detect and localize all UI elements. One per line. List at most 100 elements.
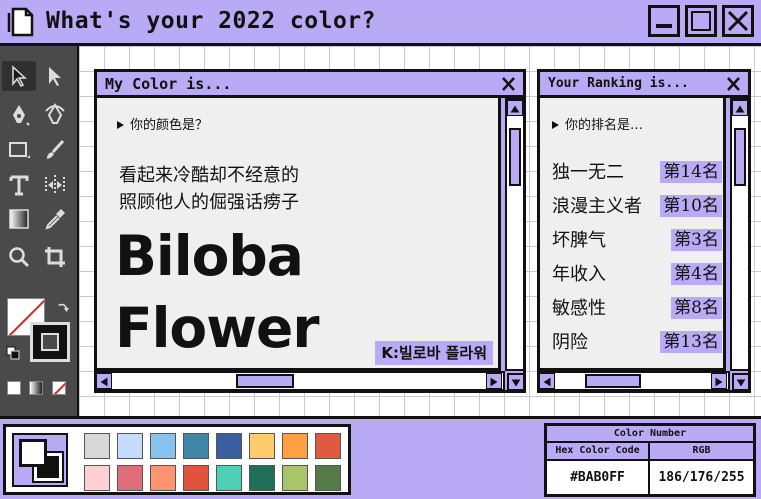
- color-swatch[interactable]: [216, 433, 242, 459]
- ranking-label: 阴险: [552, 332, 588, 353]
- color-swatch[interactable]: [282, 433, 308, 459]
- curvature-tool[interactable]: [38, 100, 72, 130]
- color-mode-button[interactable]: [7, 381, 21, 395]
- swatch-palette: [3, 424, 351, 495]
- play-icon: [552, 121, 559, 129]
- close-icon[interactable]: [724, 73, 744, 95]
- color-swatch[interactable]: [183, 433, 209, 459]
- pen-tool[interactable]: [2, 100, 36, 130]
- ranking-panel: 你的排名是… 独一无二 第14名 浪漫主义者 第10名 坏脾气 第3名 年收入 …: [537, 95, 726, 371]
- hex-value: #BAB0FF: [547, 461, 650, 494]
- triangle-up-icon: [735, 105, 745, 113]
- triangle-left-icon: [100, 377, 108, 387]
- rgb-label: RGB: [650, 443, 753, 461]
- bottom-bar: Color Number Hex Color Code RGB #BAB0FF …: [0, 416, 761, 499]
- scroll-down-button[interactable]: [507, 373, 525, 391]
- scroll-left-button[interactable]: [539, 373, 555, 389]
- scroll-thumb[interactable]: [734, 128, 746, 186]
- my-color-window: My Color is... 你的颜色是？ 看起来冷酷却不经意的 照顾他人的倔强…: [94, 69, 526, 393]
- ranking-horizontal-scrollbar[interactable]: [537, 371, 730, 391]
- triangle-right-icon: [490, 377, 498, 387]
- my-color-horizontal-scrollbar[interactable]: [94, 371, 505, 391]
- ranking-title: Your Ranking is...: [548, 76, 689, 91]
- direct-selection-tool[interactable]: [38, 61, 72, 91]
- color-swatch[interactable]: [150, 433, 176, 459]
- color-swatch[interactable]: [84, 465, 110, 491]
- rgb-value: 186/176/255: [658, 470, 745, 485]
- color-swatch[interactable]: [282, 465, 308, 491]
- maximize-button[interactable]: [685, 5, 717, 37]
- color-swatch[interactable]: [117, 465, 143, 491]
- eyedropper-icon: [45, 209, 65, 230]
- color-number-header: Color Number: [547, 426, 753, 443]
- default-colors-icon[interactable]: [6, 346, 20, 360]
- close-window-button[interactable]: [722, 5, 754, 37]
- my-color-prompt: 你的颜色是？: [130, 118, 209, 133]
- fill-color-swatch[interactable]: [19, 439, 47, 467]
- paintbrush-tool[interactable]: [38, 135, 72, 165]
- eyedropper-tool[interactable]: [38, 204, 72, 234]
- toolbox: [0, 46, 79, 416]
- scroll-right-button[interactable]: [486, 373, 502, 389]
- triangle-right-icon: [715, 377, 723, 387]
- gradient-icon: [9, 209, 29, 229]
- color-swatch[interactable]: [117, 433, 143, 459]
- crop-tool[interactable]: [38, 242, 72, 272]
- my-color-vertical-scrollbar[interactable]: [505, 98, 525, 371]
- play-icon: [117, 121, 124, 129]
- ranking-badge: 第4名: [671, 263, 722, 285]
- ranking-badge: 第13名: [660, 331, 722, 353]
- gradient-mode-button[interactable]: [29, 381, 43, 395]
- horizontal-scroll-thumb[interactable]: [585, 374, 641, 388]
- horizontal-scroll-thumb[interactable]: [236, 374, 294, 388]
- close-icon[interactable]: [499, 73, 519, 95]
- ranking-label: 独一无二: [552, 162, 624, 183]
- pen-icon: [13, 105, 30, 126]
- ranking-prompt-row: 你的排名是…: [552, 118, 643, 134]
- color-number-table: Color Number Hex Color Code RGB #BAB0FF …: [544, 423, 756, 497]
- minimize-button[interactable]: [648, 5, 680, 37]
- color-swatch[interactable]: [249, 465, 275, 491]
- ranking-badge: 第3名: [671, 229, 722, 251]
- ranking-vertical-scrollbar[interactable]: [730, 98, 750, 371]
- scroll-up-button[interactable]: [732, 100, 748, 116]
- ranking-row: 阴险 第13名: [552, 330, 722, 356]
- rectangle-icon: [9, 142, 30, 158]
- gradient-tool[interactable]: [2, 204, 36, 234]
- stroke-swatch[interactable]: [30, 322, 70, 362]
- type-tool[interactable]: [2, 170, 36, 200]
- ranking-row: 坏脾气 第3名: [552, 228, 722, 254]
- color-swatch[interactable]: [216, 465, 242, 491]
- color-description: 看起来冷酷却不经意的 照顾他人的倔强话痨子: [119, 162, 299, 216]
- rectangle-tool[interactable]: [2, 135, 36, 165]
- selection-tool[interactable]: [2, 61, 36, 91]
- color-swatch[interactable]: [315, 433, 341, 459]
- color-swatch[interactable]: [84, 433, 110, 459]
- scroll-left-button[interactable]: [96, 373, 112, 389]
- title-bar: What's your 2022 color?: [0, 0, 761, 46]
- color-description-line2: 照顾他人的倔强话痨子: [119, 192, 299, 213]
- direct-select-icon: [49, 67, 61, 86]
- color-swatch[interactable]: [315, 465, 341, 491]
- ranking-row: 敏感性 第8名: [552, 296, 722, 322]
- width-tool[interactable]: [38, 170, 72, 200]
- ranking-badge: 第10名: [660, 195, 722, 217]
- scroll-thumb[interactable]: [509, 128, 521, 186]
- ranking-label: 坏脾气: [552, 230, 606, 251]
- none-mode-button[interactable]: [52, 381, 66, 395]
- color-swatch[interactable]: [150, 465, 176, 491]
- zoom-tool[interactable]: [2, 242, 36, 272]
- crop-icon: [45, 247, 65, 267]
- scroll-down-button[interactable]: [732, 373, 750, 391]
- color-swatch[interactable]: [249, 433, 275, 459]
- ranking-row: 年收入 第4名: [552, 262, 722, 288]
- curvature-pen-icon: [45, 103, 65, 124]
- triangle-down-icon: [511, 379, 521, 387]
- scroll-up-button[interactable]: [507, 100, 523, 116]
- ranking-label: 敏感性: [552, 298, 606, 319]
- scroll-right-button[interactable]: [711, 373, 727, 389]
- ranking-prompt: 你的排名是…: [565, 118, 644, 133]
- active-colors[interactable]: [12, 433, 68, 487]
- swap-colors-icon[interactable]: [56, 301, 70, 315]
- color-swatch[interactable]: [183, 465, 209, 491]
